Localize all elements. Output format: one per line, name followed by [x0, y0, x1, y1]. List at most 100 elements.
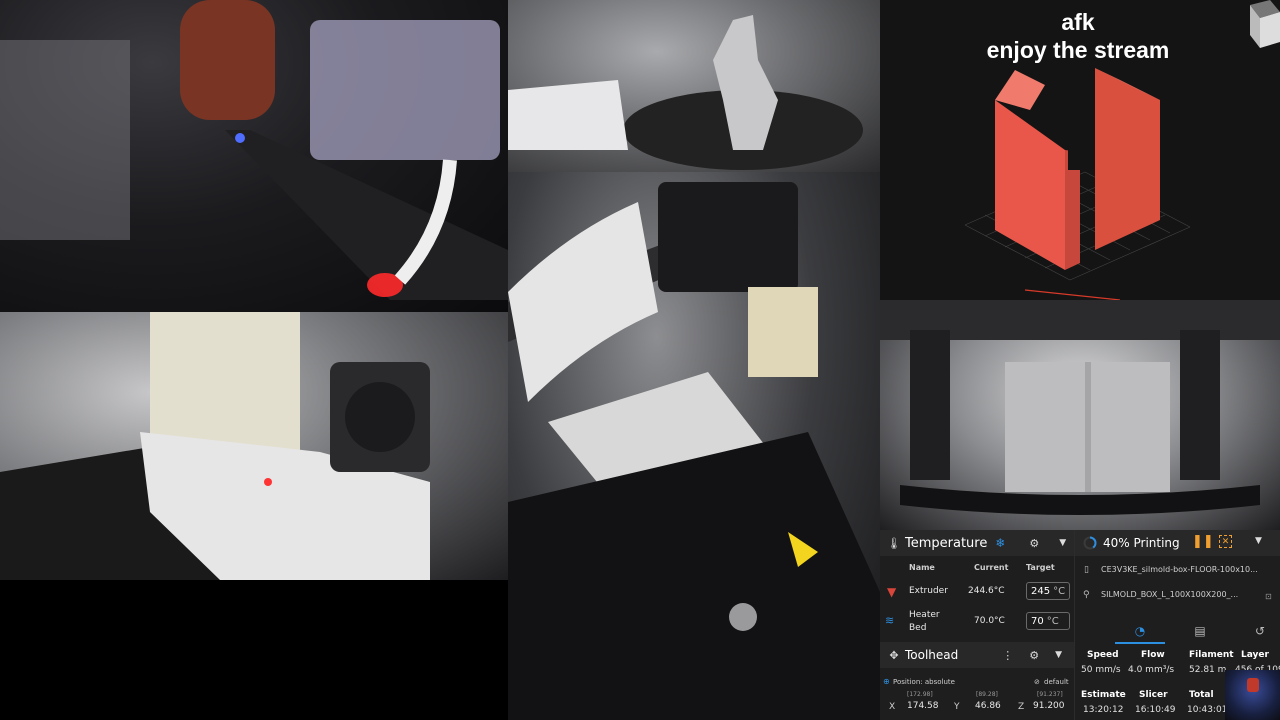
fan-scene [0, 312, 430, 580]
x-value[interactable]: 174.58 [907, 701, 939, 711]
bed-name-line1: Heater [909, 610, 940, 620]
exclude-icon[interactable]: ⊡ [1265, 592, 1272, 601]
toolhead-chevron-icon[interactable]: ▼ [1055, 650, 1062, 660]
col-name: Name [909, 563, 935, 572]
stat-flow-label: Flow [1141, 650, 1165, 660]
time-estimate-label: Estimate [1081, 690, 1126, 700]
printer-dashboard: 🌡 Temperature ❄ ⚙ ▼ Name Current Target … [880, 530, 1280, 720]
tab-history[interactable]: ↺ [1240, 624, 1280, 638]
toolhead-gear-icon[interactable]: ⚙ [1029, 649, 1039, 662]
camera-feed-empty [0, 580, 508, 720]
toolhead-header: ✥ Toolhead ⋮ ⚙ ▼ [880, 642, 1074, 668]
extruder-target-value: 245 [1031, 585, 1051, 597]
model-icon: ⚲ [1083, 590, 1090, 600]
extruder-body [658, 182, 798, 292]
profile-icon: ⊘ [1034, 678, 1040, 686]
topdown-scene [880, 300, 1280, 515]
model-slot [1068, 150, 1080, 170]
camera-feed-fan [0, 312, 508, 580]
bed-name-line2: Bed [909, 623, 927, 633]
gear-icon[interactable]: ⚙ [1029, 537, 1039, 550]
bed-heater-icon: ≋ [885, 614, 895, 627]
fan-hub [345, 382, 415, 452]
stat-speed-label: Speed [1087, 650, 1119, 660]
blue-led [235, 133, 245, 143]
z-commanded: [91.237] [1037, 691, 1063, 698]
x-commanded: [172.98] [907, 691, 933, 698]
right-frame [1180, 330, 1220, 480]
nozzle-icon: ▼ [887, 585, 897, 599]
time-slicer-label: Slicer [1139, 690, 1168, 700]
y-label: Y [954, 702, 960, 712]
print-bed [508, 432, 880, 720]
col-current: Current [974, 563, 1009, 572]
stat-filament-label: Filament [1189, 650, 1234, 660]
status-chevron-icon[interactable]: ▼ [1255, 536, 1262, 546]
paper-card [508, 80, 628, 150]
model-top-left [995, 70, 1045, 110]
toolhead-title: Toolhead [905, 648, 959, 662]
gcode-filename[interactable]: CE3V3KE_silmold-box-FLOOR-100x10... [1101, 565, 1258, 574]
position-icon: ⊕ [883, 677, 890, 686]
part-fan-duct [310, 20, 500, 160]
cancel-icon[interactable]: ✕ [1219, 535, 1232, 548]
z-label: Z [1018, 702, 1025, 712]
extruder-target-unit: °C [1053, 585, 1066, 597]
model-face-left [995, 100, 1065, 270]
time-total-value: 10:43:01 [1187, 705, 1228, 715]
extruder-name: Extruder [909, 586, 948, 596]
bed-target-input[interactable]: 70 °C [1026, 612, 1070, 630]
status-title: 40% Printing [1103, 536, 1180, 550]
tab-files[interactable]: ▤ [1180, 624, 1220, 638]
afk-message: afk enjoy the stream [880, 8, 1276, 64]
y-value[interactable]: 46.86 [975, 701, 1001, 711]
status-column: 40% Printing ❚❚ ✕ ▼ ▯ CE3V3KE_silmold-bo… [1074, 530, 1280, 720]
stat-flow-value: 4.0 mm³/s [1128, 665, 1175, 675]
figure-scene [508, 15, 863, 170]
toolhead-scene [508, 182, 880, 720]
stat-filament-value: 52.81 m [1189, 665, 1227, 675]
bed-knob [729, 603, 757, 631]
position-mode: Position: absolute [893, 678, 955, 686]
x-label: X [889, 702, 896, 712]
tab-status[interactable]: ◔ [1120, 624, 1160, 638]
pause-icon[interactable]: ❚❚ [1192, 534, 1214, 549]
afk-line: afk [1061, 9, 1095, 35]
thumbnail-nozzle [1247, 678, 1259, 692]
model-filename[interactable]: SILMOLD_BOX_L_100X100X200_... [1101, 590, 1238, 599]
more-icon[interactable]: ⋮ [1002, 649, 1013, 662]
extruder-target-input[interactable]: 245 °C [1026, 582, 1070, 600]
camera-feed-topdown [880, 300, 1280, 530]
file-icon: ▯ [1084, 565, 1089, 575]
status-led [264, 478, 272, 486]
tab-status-underline [1115, 642, 1165, 644]
time-slicer-value: 16:10:49 [1135, 705, 1176, 715]
left-frame [910, 330, 950, 480]
z-value[interactable]: 91.200 [1033, 701, 1065, 711]
bed-target-value: 70 [1031, 615, 1044, 627]
clear-part [0, 40, 130, 240]
time-estimate-value: 13:20:12 [1083, 705, 1124, 715]
time-total-label: Total [1189, 690, 1214, 700]
temperature-title: Temperature [905, 535, 988, 551]
extruder-current: 244.6°C [968, 586, 1005, 596]
camera-feed-figure [508, 0, 880, 172]
gcode-preview-tile: afk enjoy the stream [880, 0, 1280, 300]
enjoy-line: enjoy the stream [986, 37, 1170, 63]
left-column: 🌡 Temperature ❄ ⚙ ▼ Name Current Target … [880, 530, 1074, 720]
toolhead-board [748, 287, 818, 377]
x-axis-line [1024, 289, 1121, 300]
temperature-header: 🌡 Temperature ❄ ⚙ ▼ [880, 530, 1074, 556]
bed-current: 70.0°C [974, 616, 1005, 626]
progress-ring-icon [1083, 536, 1097, 550]
hotend-sock [180, 0, 275, 120]
cable-chain [508, 202, 658, 402]
camera-feed-toolhead [508, 172, 880, 720]
cooldown-icon[interactable]: ❄ [995, 536, 1005, 550]
y-commanded: [89.28] [976, 691, 998, 698]
move-icon: ✥ [889, 648, 899, 662]
box-seam [1085, 362, 1091, 492]
chevron-down-icon[interactable]: ▼ [1059, 538, 1066, 548]
col-target: Target [1026, 563, 1055, 572]
stat-layer-label: Layer [1241, 650, 1269, 660]
